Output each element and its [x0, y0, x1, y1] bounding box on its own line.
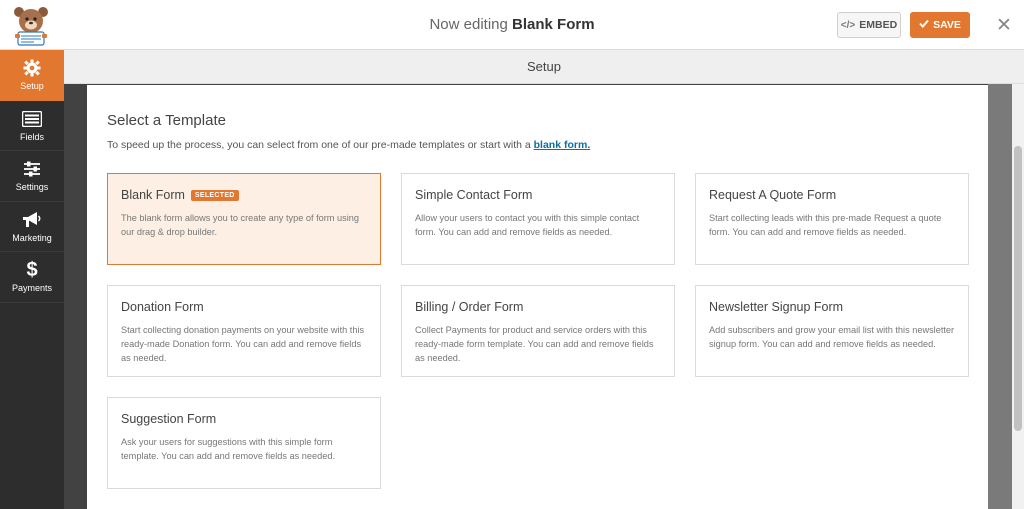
- setup-bar-label: Setup: [527, 59, 561, 74]
- template-title: Donation Form: [121, 300, 204, 314]
- sidebar-item-settings[interactable]: Settings: [0, 151, 64, 202]
- sidebar-item-marketing[interactable]: Marketing: [0, 202, 64, 252]
- embed-button[interactable]: </> EMBED: [837, 12, 901, 38]
- section-heading: Select a Template: [107, 112, 226, 129]
- description-text: To speed up the process, you can select …: [107, 139, 531, 151]
- sidebar-item-label: Settings: [15, 182, 49, 193]
- template-description: Start collecting donation payments on yo…: [121, 325, 365, 363]
- template-description: Add subscribers and grow your email list…: [709, 325, 955, 349]
- sidebar-item-fields[interactable]: Fields: [0, 101, 64, 151]
- sidebar-item-label: Payments: [11, 283, 53, 294]
- close-icon[interactable]: ✕: [990, 10, 1018, 40]
- blank-form-link[interactable]: blank form.: [534, 139, 591, 151]
- section-description: To speed up the process, you can select …: [107, 139, 590, 151]
- template-description: Collect Payments for product and service…: [415, 325, 654, 363]
- template-description: Start collecting leads with this pre-mad…: [709, 213, 942, 237]
- template-title: Simple Contact Form: [415, 188, 533, 202]
- template-title: Request A Quote Form: [709, 188, 837, 202]
- selected-badge: SELECTED: [190, 189, 239, 201]
- dollar-icon: $: [26, 258, 38, 281]
- sidebar-item-label: Fields: [19, 131, 44, 142]
- panel-edge: [988, 84, 1012, 509]
- template-title: Suggestion Form: [121, 412, 217, 426]
- form-name: Blank Form: [512, 16, 595, 33]
- sidebar: Setup Fields Settings Marketing $ Paymen…: [0, 50, 64, 509]
- template-description: Ask your users for suggestions with this…: [121, 437, 336, 461]
- megaphone-icon: [22, 210, 42, 230]
- template-card-newsletter-signup[interactable]: Newsletter Signup Form Add subscribers a…: [695, 285, 969, 377]
- template-description: The blank form allows you to create any …: [121, 213, 359, 237]
- scrollbar-thumb[interactable]: [1014, 146, 1022, 431]
- sidebar-item-label: Marketing: [12, 232, 52, 243]
- template-title: Blank Form: [121, 188, 185, 202]
- top-bar: Now editing Blank Form </> EMBED SAVE ✕: [0, 0, 1024, 50]
- bear-logo-icon: [6, 2, 56, 48]
- template-card-donation[interactable]: Donation Form Start collecting donation …: [107, 285, 381, 377]
- template-card-simple-contact[interactable]: Simple Contact Form Allow your users to …: [401, 173, 675, 265]
- setup-bar: Setup: [64, 50, 1024, 84]
- template-card-blank-form[interactable]: Blank Form SELECTED The blank form allow…: [107, 173, 381, 265]
- save-label: SAVE: [933, 19, 961, 31]
- template-title: Newsletter Signup Form: [709, 300, 844, 314]
- list-icon: [22, 109, 42, 129]
- template-card-billing-order[interactable]: Billing / Order Form Collect Payments fo…: [401, 285, 675, 377]
- code-icon: </>: [840, 19, 856, 31]
- save-button[interactable]: SAVE: [910, 12, 970, 38]
- gear-icon: [23, 58, 41, 78]
- template-card-suggestion[interactable]: Suggestion Form Ask your users for sugge…: [107, 397, 381, 489]
- sidebar-item-payments[interactable]: $ Payments: [0, 252, 64, 303]
- sidebar-item-label: Setup: [20, 81, 44, 92]
- template-title: Billing / Order Form: [415, 300, 524, 314]
- template-description: Allow your users to contact you with thi…: [415, 213, 640, 237]
- sliders-icon: [23, 159, 41, 179]
- sidebar-item-setup[interactable]: Setup: [0, 50, 64, 101]
- template-card-request-quote[interactable]: Request A Quote Form Start collecting le…: [695, 173, 969, 265]
- embed-label: EMBED: [859, 19, 898, 31]
- title-prefix: Now editing: [429, 16, 508, 33]
- checkmark-icon: [919, 19, 929, 31]
